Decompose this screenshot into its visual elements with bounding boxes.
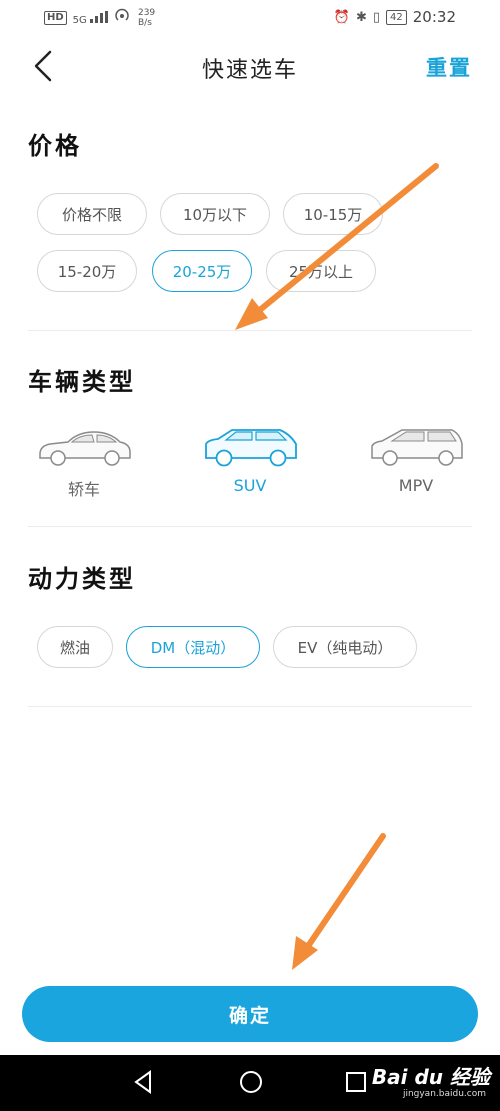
annotation-arrows — [235, 163, 439, 970]
nav-home-button[interactable] — [238, 1067, 264, 1101]
baidu-watermark-url: jingyan.baidu.com — [402, 1089, 486, 1099]
annotation-arrow — [292, 833, 386, 970]
nav-recent-button[interactable] — [344, 1069, 368, 1099]
circle-home-icon — [240, 1071, 262, 1093]
triangle-back-icon — [134, 1070, 151, 1094]
nav-back-button[interactable] — [130, 1067, 156, 1101]
confirm-button[interactable]: 确定 — [22, 986, 478, 1042]
baidu-watermark: Bai du 经验 — [371, 1065, 490, 1089]
square-recent-icon — [346, 1072, 366, 1092]
annotation-arrow — [235, 163, 439, 330]
system-nav-bar: Bai du 经验 jingyan.baidu.com — [0, 1055, 500, 1111]
